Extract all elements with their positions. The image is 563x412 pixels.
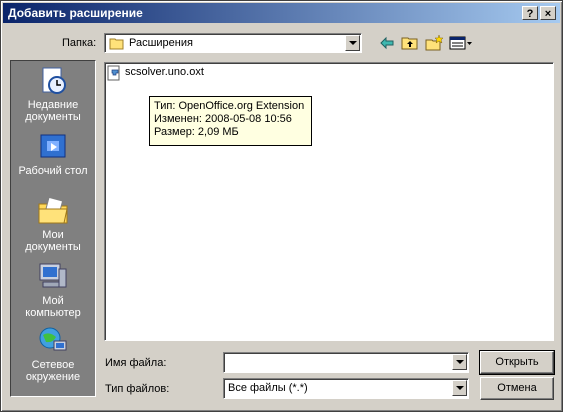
cancel-button[interactable]: Отмена [480,377,554,400]
place-desktop[interactable]: Рабочий стол [11,131,95,177]
place-label-network: Сетевое окружение [25,359,81,383]
filename-label: Имя файла: [105,357,167,369]
close-button[interactable]: × [540,6,556,20]
filetype-label: Тип файлов: [105,383,170,395]
folder-label: Папка: [62,37,97,49]
folder-dropdown-arrow-icon[interactable] [345,35,360,51]
folder-value: Расширения [129,37,193,49]
place-my-documents[interactable]: Мои документы [11,195,95,253]
open-button[interactable]: Открыть [479,350,555,375]
folder-icon [109,38,124,50]
tooltip-type: Тип: OpenOffice.org Extension [154,100,305,112]
place-recent-documents[interactable]: Недавние документы [11,65,95,123]
place-label-desktop: Рабочий стол [18,165,88,177]
recent-documents-icon [42,67,66,94]
up-folder-icon[interactable] [401,34,419,52]
my-documents-icon [38,196,68,224]
back-arrow-icon[interactable] [378,34,396,52]
place-network[interactable]: Сетевое окружение [11,325,95,383]
filetype-value: Все файлы (*.*) [228,382,308,394]
desktop-icon [40,134,66,158]
help-button[interactable]: ? [522,6,538,20]
title-bar[interactable]: Добавить расширение ? × [3,3,560,23]
tooltip-modified: Изменен: 2008-05-08 10:56 [154,113,292,125]
folder-combo[interactable]: Расширения [104,33,362,53]
file-name: scsolver.uno.oxt [125,66,204,78]
place-label-my-computer: Мой компьютер [25,295,81,319]
oxt-file-icon [107,65,120,81]
filetype-dropdown-arrow-icon[interactable] [452,380,467,396]
add-extension-dialog: Добавить расширение ? × Папка: Расширени… [0,0,563,412]
new-folder-icon[interactable] [425,34,443,52]
tooltip-size: Размер: 2,09 МБ [154,126,239,138]
place-label-recent: Недавние документы [25,99,81,123]
place-my-computer[interactable]: Мой компьютер [11,261,95,319]
file-info-tooltip: Тип: OpenOffice.org Extension Изменен: 2… [149,96,312,146]
window-title: Добавить расширение [8,6,143,20]
places-bar: Недавние документы Рабочий стол Мои доку… [10,60,96,397]
filename-dropdown-arrow-icon[interactable] [452,354,467,370]
my-computer-icon [39,263,67,288]
filename-combo[interactable] [223,352,469,373]
filetype-combo[interactable]: Все файлы (*.*) [223,378,469,399]
view-menu-icon[interactable] [449,34,473,52]
network-icon [39,327,67,351]
place-label-my-documents: Мои документы [25,229,81,253]
